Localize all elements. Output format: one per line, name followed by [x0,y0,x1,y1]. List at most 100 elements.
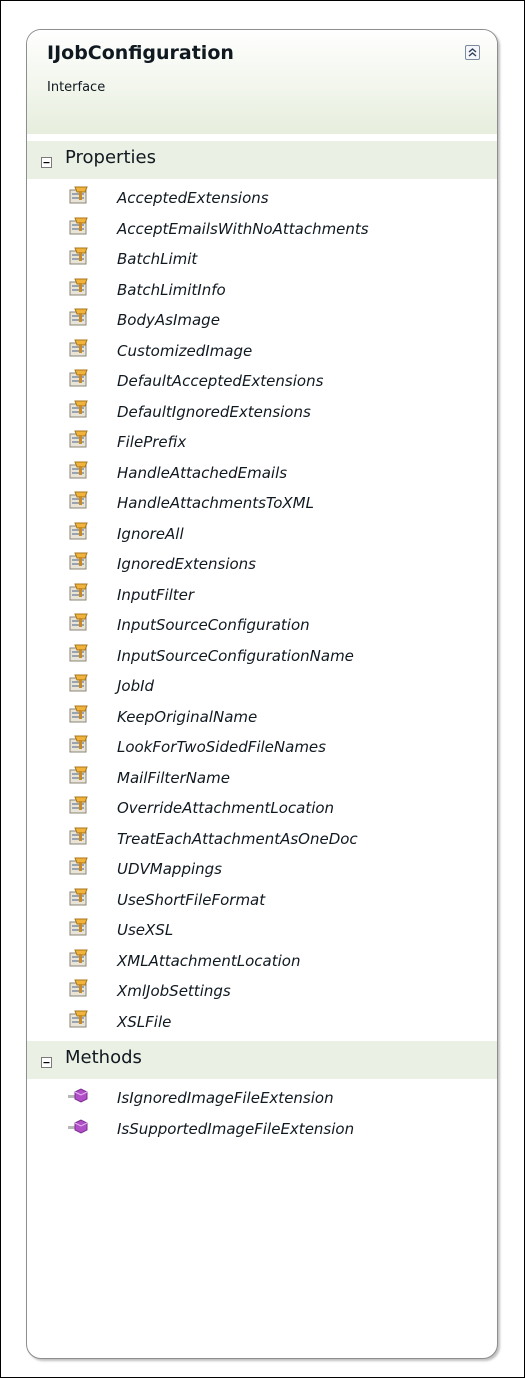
collapse-icon[interactable] [465,45,480,60]
property-row[interactable]: JobId [67,671,487,701]
property-row[interactable]: UDVMappings [67,854,487,884]
property-icon [67,339,91,361]
property-icon [67,674,91,696]
property-row[interactable]: IgnoreAll [67,519,487,549]
member-name: BatchLimit [117,250,198,268]
member-name: InputSourceConfiguration [117,616,310,634]
property-icon [67,217,91,239]
member-name: DefaultAcceptedExtensions [117,372,324,390]
member-name: XmlJobSettings [117,982,231,1000]
property-row[interactable]: DefaultIgnoredExtensions [67,397,487,427]
section-header-methods[interactable]: Methods [27,1041,497,1079]
property-icon [67,949,91,971]
property-icon [67,766,91,788]
property-icon [67,522,91,544]
property-row[interactable]: KeepOriginalName [67,702,487,732]
section-header-properties[interactable]: Properties [27,141,497,179]
property-row[interactable]: MailFilterName [67,763,487,793]
shape-header: IJobConfiguration Interface [27,30,497,134]
member-name: TreatEachAttachmentAsOneDoc [117,829,358,848]
property-icon [67,430,91,452]
property-icon [67,400,91,422]
member-name: HandleAttachmentsToXML [117,494,314,512]
interface-kind: Interface [47,80,106,95]
property-row[interactable]: XMLAttachmentLocation [67,946,487,976]
interface-shape[interactable]: IJobConfiguration Interface Properties Ac… [26,29,498,1359]
method-icon [67,1117,91,1139]
collapse-toggle-icon[interactable] [41,153,52,168]
member-name: UDVMappings [117,860,222,878]
property-row[interactable]: BatchLimitInfo [67,275,487,305]
property-icon [67,308,91,330]
member-name: MailFilterName [117,768,230,787]
property-row[interactable]: XmlJobSettings [67,976,487,1006]
member-name: HandleAttachedEmails [117,463,288,482]
member-name: IgnoredExtensions [117,555,256,573]
property-row[interactable]: OverrideAttachmentLocation [67,793,487,823]
section-title: Methods [65,1047,142,1068]
property-row[interactable]: UseShortFileFormat [67,885,487,915]
property-icon [67,613,91,635]
member-name: JobId [117,677,155,695]
member-name: XMLAttachmentLocation [117,951,301,970]
property-row[interactable]: InputFilter [67,580,487,610]
collapse-toggle-icon[interactable] [41,1053,52,1068]
property-icon [67,491,91,513]
property-icon [67,369,91,391]
property-icon [67,857,91,879]
property-icon [67,278,91,300]
property-row[interactable]: HandleAttachedEmails [67,458,487,488]
property-row[interactable]: HandleAttachmentsToXML [67,488,487,518]
member-name: IsIgnoredImageFileExtension [117,1089,334,1107]
property-icon [67,552,91,574]
member-name: AcceptEmailsWithNoAttachments [117,219,369,238]
property-icon [67,186,91,208]
property-icon [67,735,91,757]
property-row[interactable]: InputSourceConfigurationName [67,641,487,671]
member-name: IsSupportedImageFileExtension [117,1119,355,1138]
property-row[interactable]: AcceptEmailsWithNoAttachments [67,214,487,244]
property-row[interactable]: InputSourceConfiguration [67,610,487,640]
property-row[interactable]: UseXSL [67,915,487,945]
property-row[interactable]: XSLFile [67,1007,487,1037]
property-icon [67,583,91,605]
property-row[interactable]: DefaultAcceptedExtensions [67,366,487,396]
member-name: InputSourceConfigurationName [117,646,354,665]
member-name: XSLFile [117,1012,172,1031]
member-name: IgnoreAll [117,524,184,543]
property-icon [67,827,91,849]
property-icon [67,918,91,940]
property-icon [67,1010,91,1032]
property-row[interactable]: TreatEachAttachmentAsOneDoc [67,824,487,854]
member-name: LookForTwoSidedFileNames [117,738,326,756]
member-name: InputFilter [117,585,195,604]
member-name: CustomizedImage [117,341,253,360]
section-title: Properties [65,147,156,168]
method-icon [67,1086,91,1108]
property-icon [67,247,91,269]
property-row[interactable]: BodyAsImage [67,305,487,335]
member-name: DefaultIgnoredExtensions [117,402,311,421]
property-row[interactable]: FilePrefix [67,427,487,457]
property-icon [67,644,91,666]
property-row[interactable]: AcceptedExtensions [67,183,487,213]
interface-name: IJobConfiguration [47,42,234,64]
property-row[interactable]: BatchLimit [67,244,487,274]
method-row[interactable]: IsIgnoredImageFileExtension [67,1083,487,1113]
member-name: OverrideAttachmentLocation [117,799,335,817]
member-name: UseXSL [117,921,174,939]
member-name: FilePrefix [117,433,187,451]
member-name: BodyAsImage [117,311,220,329]
property-icon [67,796,91,818]
property-icon [67,888,91,910]
diagram-canvas: IJobConfiguration Interface Properties Ac… [0,0,525,1378]
property-row[interactable]: LookForTwoSidedFileNames [67,732,487,762]
member-name: UseShortFileFormat [117,890,266,909]
property-row[interactable]: CustomizedImage [67,336,487,366]
member-name: BatchLimitInfo [117,280,226,299]
property-icon [67,979,91,1001]
method-row[interactable]: IsSupportedImageFileExtension [67,1114,487,1144]
property-icon [67,705,91,727]
member-name: KeepOriginalName [117,707,258,726]
property-row[interactable]: IgnoredExtensions [67,549,487,579]
